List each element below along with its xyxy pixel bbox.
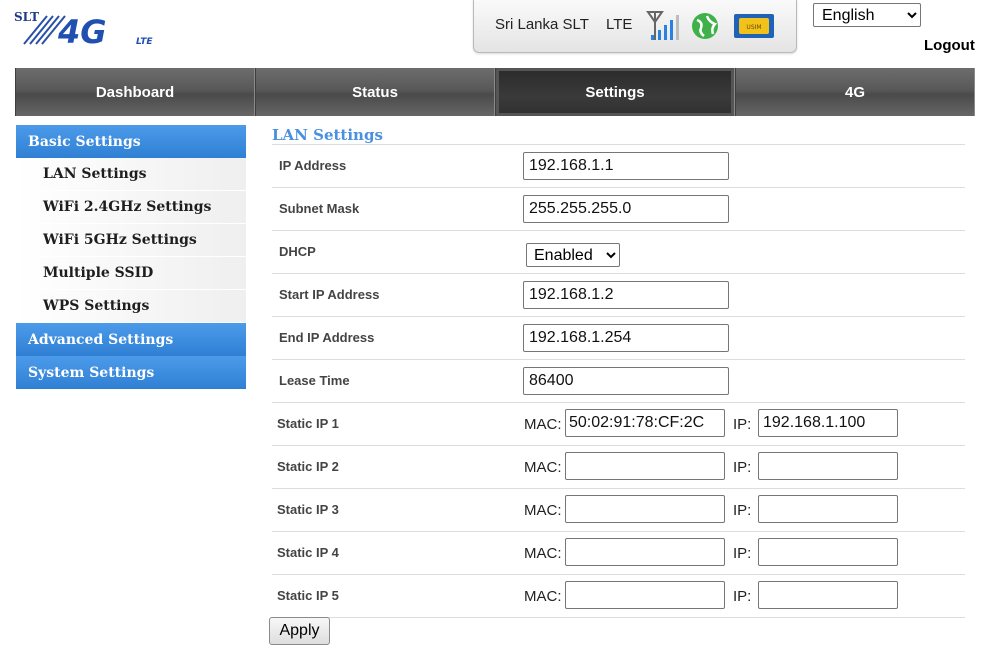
static-ip-label: Static IP 3 — [277, 502, 339, 517]
ip-label: IP: — [733, 416, 752, 433]
static-ip-5-mac-input[interactable] — [565, 581, 725, 609]
sidebar-item-wifi-5ghz[interactable]: WiFi 5GHz Settings — [16, 224, 246, 257]
end-ip-label: End IP Address — [279, 330, 375, 345]
network-type: LTE — [606, 16, 633, 33]
sidebar-item-wps-settings[interactable]: WPS Settings — [16, 290, 246, 323]
lease-time-input[interactable] — [523, 367, 729, 395]
lease-time-row: Lease Time — [272, 360, 965, 403]
static-ip-5-ip-input[interactable] — [758, 581, 898, 609]
static-ip-row: Static IP 1 MAC: IP: — [272, 403, 965, 446]
logo-slt-text: SLT — [14, 10, 39, 24]
lan-settings-panel: LAN Settings IP Address Subnet Mask DHCP… — [272, 125, 965, 618]
sidebar-basic-settings[interactable]: Basic Settings — [16, 125, 246, 158]
sim-card-icon: USIM — [734, 14, 774, 38]
logo-4g-text: 4G — [57, 13, 107, 50]
sidebar: Basic Settings LAN Settings WiFi 2.4GHz … — [16, 125, 246, 389]
sidebar-item-lan-settings[interactable]: LAN Settings — [16, 158, 246, 191]
tab-dashboard[interactable]: Dashboard — [15, 68, 255, 116]
sidebar-advanced-settings[interactable]: Advanced Settings — [16, 323, 246, 356]
start-ip-input[interactable] — [523, 281, 729, 309]
static-ip-2-ip-input[interactable] — [758, 452, 898, 480]
static-ip-4-mac-input[interactable] — [565, 538, 725, 566]
subnet-mask-input[interactable] — [523, 195, 729, 223]
start-ip-label: Start IP Address — [279, 287, 380, 302]
ip-address-row: IP Address — [272, 145, 965, 188]
start-ip-row: Start IP Address — [272, 274, 965, 317]
dhcp-label: DHCP — [279, 244, 316, 259]
static-ip-row: Static IP 4 MAC: IP: — [272, 532, 965, 575]
ip-label: IP: — [733, 502, 752, 519]
main-nav: Dashboard Status Settings 4G — [15, 68, 975, 116]
static-ip-label: Static IP 5 — [277, 588, 339, 603]
ip-address-input[interactable] — [523, 152, 729, 180]
mac-label: MAC: — [524, 459, 562, 476]
tab-4g[interactable]: 4G — [735, 68, 975, 116]
sim-label: USIM — [746, 24, 761, 31]
static-ip-label: Static IP 1 — [277, 416, 339, 431]
tab-settings[interactable]: Settings — [495, 68, 735, 116]
end-ip-row: End IP Address — [272, 317, 965, 360]
subnet-mask-row: Subnet Mask — [272, 188, 965, 231]
static-ip-row: Static IP 3 MAC: IP: — [272, 489, 965, 532]
static-ip-4-ip-input[interactable] — [758, 538, 898, 566]
page-title: LAN Settings — [272, 125, 965, 145]
slt-4g-logo: SLT 4G LTE — [14, 10, 153, 50]
static-ip-3-mac-input[interactable] — [565, 495, 725, 523]
end-ip-input[interactable] — [523, 324, 729, 352]
status-panel: Sri Lanka SLT LTE USIM — [473, 0, 797, 53]
static-ip-1-mac-input[interactable] — [565, 409, 725, 437]
apply-button[interactable]: Apply — [269, 617, 330, 645]
tab-status[interactable]: Status — [255, 68, 495, 116]
ip-label: IP: — [733, 588, 752, 605]
mac-label: MAC: — [524, 502, 562, 519]
ip-label: IP: — [733, 545, 752, 562]
dhcp-row: DHCP Enabled — [272, 231, 965, 274]
ip-address-label: IP Address — [279, 158, 347, 173]
static-ip-1-ip-input[interactable] — [758, 409, 898, 437]
static-ip-2-mac-input[interactable] — [565, 452, 725, 480]
lease-time-label: Lease Time — [279, 373, 350, 388]
dhcp-select[interactable]: Enabled — [526, 243, 620, 267]
mac-label: MAC: — [524, 545, 562, 562]
static-ip-3-ip-input[interactable] — [758, 495, 898, 523]
internet-connected-icon — [692, 13, 718, 39]
logout-link[interactable]: Logout — [924, 37, 975, 54]
signal-strength-icon — [646, 11, 679, 40]
language-select[interactable]: English — [813, 3, 921, 27]
static-ip-row: Static IP 5 MAC: IP: — [272, 575, 965, 618]
logo-lte-text: LTE — [136, 37, 153, 47]
static-ip-row: Static IP 2 MAC: IP: — [272, 446, 965, 489]
sidebar-item-wifi-24ghz[interactable]: WiFi 2.4GHz Settings — [16, 191, 246, 224]
carrier-name: Sri Lanka SLT — [495, 16, 589, 33]
mac-label: MAC: — [524, 588, 562, 605]
subnet-mask-label: Subnet Mask — [279, 201, 360, 216]
ip-label: IP: — [733, 459, 752, 476]
mac-label: MAC: — [524, 416, 562, 433]
sidebar-system-settings[interactable]: System Settings — [16, 356, 246, 389]
static-ip-label: Static IP 4 — [277, 545, 339, 560]
sidebar-item-multiple-ssid[interactable]: Multiple SSID — [16, 257, 246, 290]
static-ip-label: Static IP 2 — [277, 459, 339, 474]
